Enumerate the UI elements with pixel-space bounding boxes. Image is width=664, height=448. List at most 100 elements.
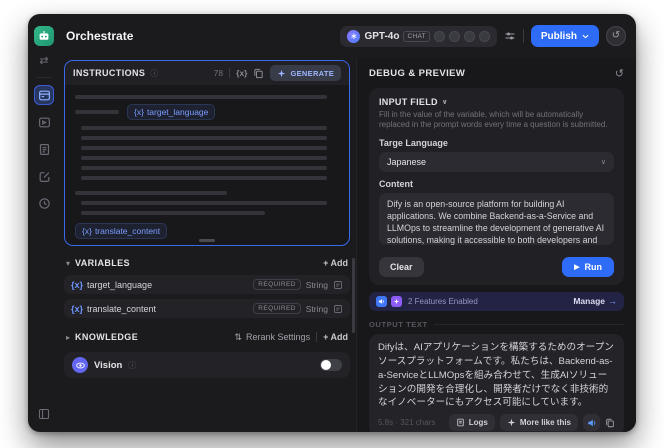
features-enabled-label: 2 Features Enabled xyxy=(408,296,478,306)
redacted-line xyxy=(81,166,327,170)
version-history-button[interactable]: ↺ xyxy=(606,26,626,46)
add-knowledge-button[interactable]: + Add xyxy=(323,332,348,342)
switch-app-icon[interactable]: ⇄ xyxy=(39,56,48,67)
redacted-line xyxy=(81,136,327,140)
instructions-header: INSTRUCTIONS ⓘ 78 {x} GENERATE xyxy=(65,61,349,85)
variables-header[interactable]: ▾ VARIABLES + Add xyxy=(64,256,350,270)
input-field-description: Fill in the value of the variable, which… xyxy=(379,110,608,130)
robot-icon xyxy=(39,31,49,40)
redacted-line xyxy=(81,176,327,180)
features-enabled-bar[interactable]: 2 Features Enabled Manage → xyxy=(369,291,624,311)
logs-button[interactable]: Logs xyxy=(448,414,495,432)
type-label: String xyxy=(305,303,328,314)
header-divider xyxy=(522,29,524,43)
redacted-line xyxy=(75,191,227,195)
panel-collapse-icon xyxy=(38,408,50,420)
vision-toggle[interactable] xyxy=(320,359,342,371)
vision-feature-card: Vision ⓘ xyxy=(64,352,350,378)
rerank-settings-button[interactable]: ⇅ Rerank Settings xyxy=(234,332,310,343)
chevron-down-icon xyxy=(582,34,589,38)
chat-mode-badge: CHAT xyxy=(403,30,430,42)
info-icon: ⓘ xyxy=(128,360,137,370)
knowledge-header[interactable]: ▸ KNOWLEDGE ⇅ Rerank Settings + Add xyxy=(64,330,350,344)
arrow-right-icon: → xyxy=(608,296,617,307)
scrollbar-thumb[interactable] xyxy=(352,258,355,333)
sparkle-icon xyxy=(507,419,516,427)
sidebar-item-api-access[interactable] xyxy=(34,112,54,132)
debug-preview-panel: DEBUG & PREVIEW ↺ INPUT FIELD ∨ Fill in … xyxy=(356,58,636,432)
sidebar-item-logs[interactable] xyxy=(34,139,54,159)
variable-chip-translate-content[interactable]: {x} translate_content xyxy=(75,223,168,239)
collapse-sidebar-button[interactable] xyxy=(38,408,50,420)
redacted-line xyxy=(81,146,327,150)
redacted-line xyxy=(81,156,327,160)
run-button[interactable]: ▶ Run xyxy=(562,256,614,277)
prompt-text-area[interactable]: {x} target_language {x} translate_content xyxy=(65,85,349,243)
redacted-line xyxy=(75,110,119,114)
variable-settings-icon[interactable] xyxy=(333,304,343,314)
sidebar-item-monitoring[interactable] xyxy=(34,193,54,213)
capability-icon-2 xyxy=(448,30,460,42)
copy-prompt-icon[interactable] xyxy=(253,68,264,79)
variable-chip-target-language[interactable]: {x} target_language xyxy=(127,104,216,120)
sidebar-divider xyxy=(36,77,52,78)
content-textarea[interactable]: Dify is an open-source platform for buil… xyxy=(379,192,614,245)
variable-row-translate-content[interactable]: {x} translate_content REQUIRED String xyxy=(64,299,350,318)
restart-conversation-icon[interactable]: ↺ xyxy=(615,67,624,80)
target-language-select[interactable]: Japanese ∨ xyxy=(379,151,614,172)
output-meta: 5.8s · 321 chars xyxy=(378,418,436,428)
sparkle-icon xyxy=(278,69,286,77)
generate-button[interactable]: GENERATE xyxy=(270,65,341,81)
more-like-this-button[interactable]: More like this xyxy=(499,414,578,432)
variable-settings-icon[interactable] xyxy=(333,280,343,290)
rerank-icon: ⇅ xyxy=(234,331,243,342)
insert-variable-button[interactable]: {x} xyxy=(236,68,247,78)
resize-handle[interactable] xyxy=(199,239,215,242)
capability-icon-4 xyxy=(478,30,490,42)
variable-row-target-language[interactable]: {x} target_language REQUIRED String xyxy=(64,275,350,294)
instructions-editor[interactable]: INSTRUCTIONS ⓘ 78 {x} GENERATE {x} targe… xyxy=(64,60,350,246)
output-text-title: OUTPUT TEXT xyxy=(369,319,428,329)
model-parameters-sliders-icon[interactable] xyxy=(504,30,516,42)
openai-logo-icon: ∗ xyxy=(347,29,361,43)
required-badge: REQUIRED xyxy=(253,279,301,290)
input-field-header[interactable]: INPUT FIELD ∨ xyxy=(379,96,614,107)
sidebar: ⇄ xyxy=(28,14,60,432)
capability-icon-3 xyxy=(463,30,475,42)
app-logo-robot-icon[interactable] xyxy=(34,26,54,46)
vision-eye-icon xyxy=(72,357,88,373)
output-divider xyxy=(433,323,624,325)
redacted-line xyxy=(75,95,327,99)
clear-button[interactable]: Clear xyxy=(379,256,424,277)
log-document-icon xyxy=(457,419,464,427)
speak-audio-button[interactable] xyxy=(583,414,600,432)
add-variable-button[interactable]: + Add xyxy=(323,258,348,268)
play-icon: ▶ xyxy=(574,263,580,271)
required-badge: REQUIRED xyxy=(253,303,301,314)
speaker-icon xyxy=(587,419,595,427)
debug-preview-title: DEBUG & PREVIEW xyxy=(369,67,466,79)
chevron-down-icon: ∨ xyxy=(441,98,448,106)
publish-button[interactable]: Publish xyxy=(530,25,599,47)
chevron-down-icon: ▾ xyxy=(66,258,71,268)
model-selector[interactable]: ∗ GPT-4o CHAT xyxy=(340,25,497,47)
content-label: Content xyxy=(379,178,413,189)
sidebar-item-orchestrate[interactable] xyxy=(34,85,54,105)
model-name: GPT-4o xyxy=(364,30,400,42)
text-to-speech-feature-icon xyxy=(376,295,387,307)
output-message-bubble: Difyは、AIアプリケーションを構築するためのオープンソースプラットフォームで… xyxy=(369,333,624,432)
variables-title: VARIABLES xyxy=(75,258,130,268)
target-language-label: Targe Language xyxy=(379,137,448,148)
vision-label: Vision xyxy=(94,359,123,371)
history-icon: ↺ xyxy=(611,30,621,41)
page-title: Orchestrate xyxy=(66,29,134,43)
info-icon: ⓘ xyxy=(150,68,159,78)
redacted-line xyxy=(81,211,265,215)
output-text: Difyは、AIアプリケーションを構築するためのオープンソースプラットフォームで… xyxy=(378,341,614,409)
capability-icon-1 xyxy=(433,30,445,42)
sidebar-item-annotations[interactable] xyxy=(34,166,54,186)
manage-features-button[interactable]: Manage → xyxy=(573,296,617,306)
terminal-icon xyxy=(38,117,50,127)
copy-output-button[interactable] xyxy=(605,418,615,428)
type-label: String xyxy=(305,279,328,290)
